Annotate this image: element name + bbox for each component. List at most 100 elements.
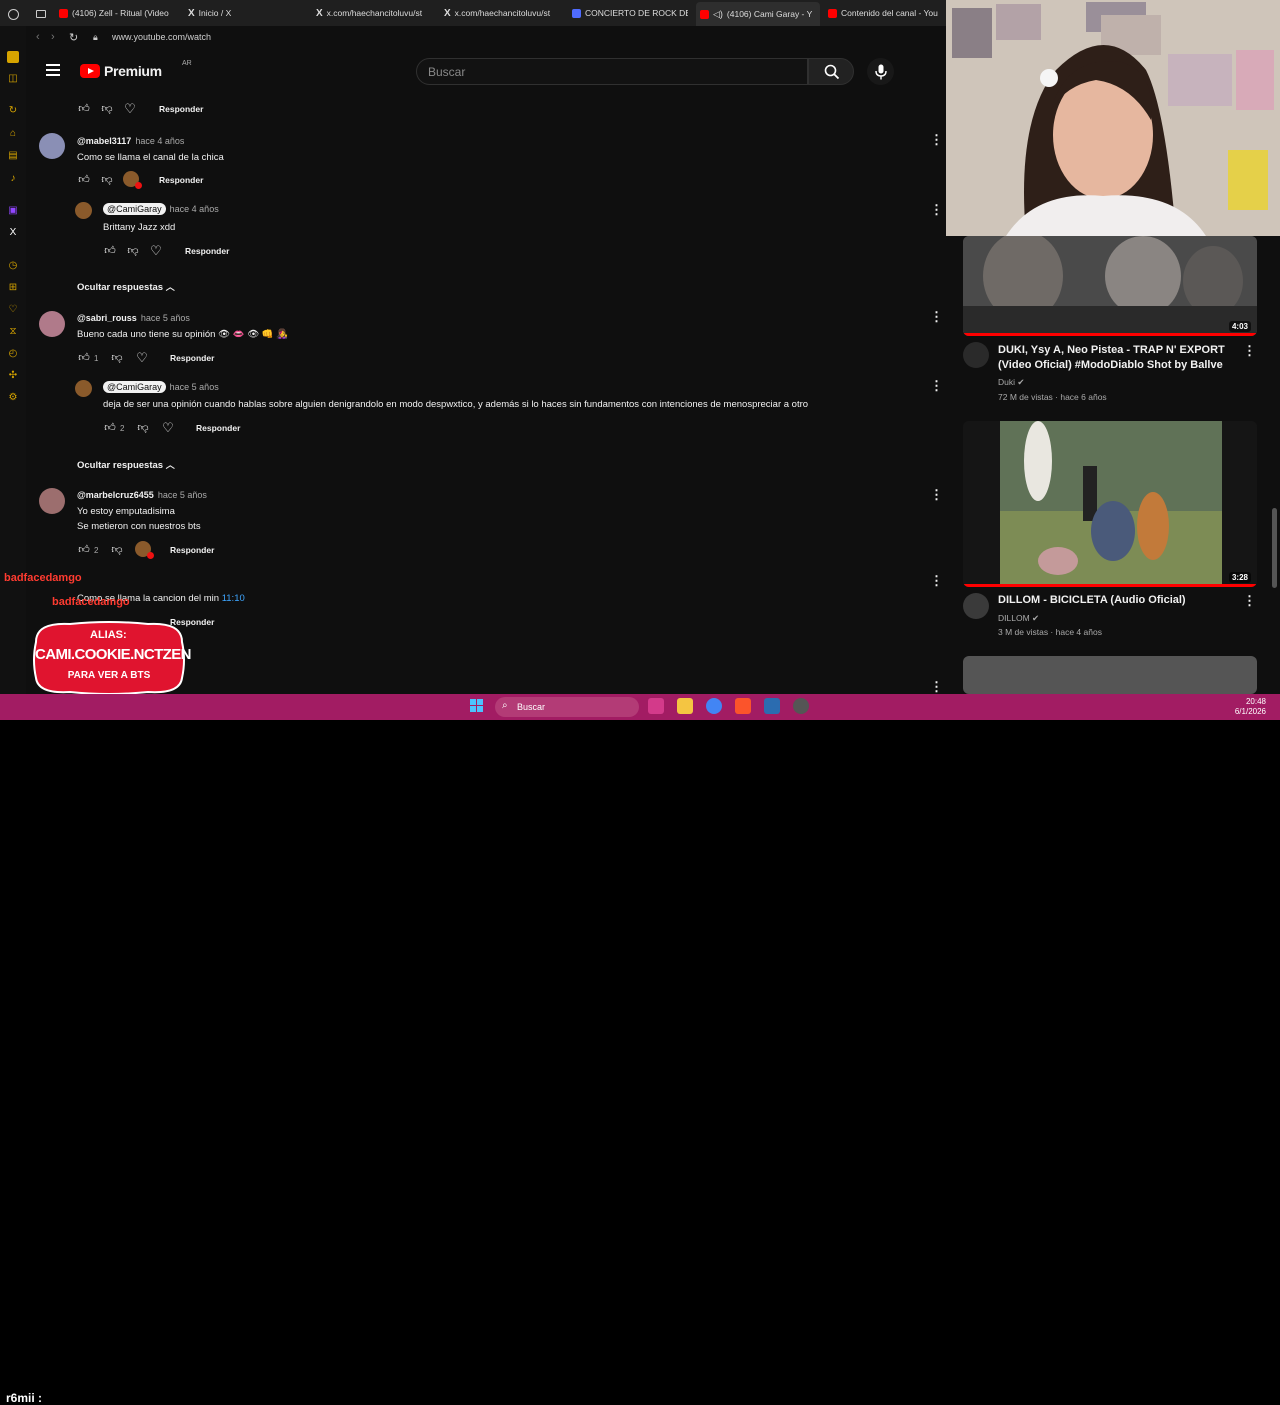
search-input[interactable]: Buscar xyxy=(416,58,808,85)
dislike-icon[interactable]: 👎︎ xyxy=(136,421,150,435)
reply-button[interactable]: Responder xyxy=(159,104,203,114)
comment-author[interactable]: @CamiGaray hace 4 años xyxy=(103,203,219,215)
twitch-icon[interactable]: ▣ xyxy=(7,205,19,217)
avatar[interactable] xyxy=(75,380,92,397)
menu-icon[interactable] xyxy=(46,64,60,76)
reply-button[interactable]: Responder xyxy=(170,545,214,555)
video-thumbnail[interactable]: 4:03 xyxy=(963,236,1257,336)
hide-replies-button[interactable]: Ocultar respuestas ︿ xyxy=(77,458,175,471)
settings-icon[interactable]: ⚙ xyxy=(7,392,19,404)
more-icon[interactable]: ⋮ xyxy=(930,680,943,694)
reply-button[interactable]: Responder xyxy=(196,423,240,433)
tab-6-active[interactable]: ◁) (4106) Cami Garay - Y xyxy=(696,2,820,26)
dislike-icon[interactable]: 👎︎ xyxy=(110,543,124,557)
home-icon[interactable] xyxy=(7,51,19,63)
search-button[interactable] xyxy=(808,58,854,85)
taskbar-search[interactable]: ⌕ Buscar xyxy=(495,697,639,717)
comment-time[interactable]: hace 4 años xyxy=(135,136,184,146)
tab-7[interactable]: Contenido del canal - You xyxy=(828,5,944,21)
comment-author[interactable]: @marbelcruz6455 hace 5 años xyxy=(77,490,207,500)
creator-badge[interactable]: @CamiGaray xyxy=(103,381,166,393)
reply-button[interactable]: Responder xyxy=(170,353,214,363)
obs-icon[interactable] xyxy=(793,698,809,714)
reply-button[interactable]: Responder xyxy=(159,175,203,185)
scrollbar[interactable] xyxy=(1272,508,1277,588)
channel-avatar[interactable] xyxy=(963,342,989,368)
voice-search-button[interactable] xyxy=(867,58,894,85)
comment-time[interactable]: hace 4 años xyxy=(170,204,219,214)
avatar[interactable] xyxy=(39,488,65,514)
ccleaner-icon[interactable] xyxy=(764,698,780,714)
heart-icon[interactable]: ♡ xyxy=(161,421,175,435)
channel-name[interactable]: Duki ✔︎ xyxy=(998,377,1025,388)
more-icon[interactable]: ⋮ xyxy=(1243,343,1256,359)
like-icon[interactable]: 👍︎ xyxy=(77,173,91,187)
tab-4[interactable]: Xx.com/haechancitoluvu/st xyxy=(444,5,560,21)
comment-author[interactable]: @sabri_rouss hace 5 años xyxy=(77,313,190,323)
chrome-icon[interactable] xyxy=(706,698,722,714)
author-name[interactable]: @sabri_rouss xyxy=(77,313,137,323)
like-icon[interactable]: 👍︎ xyxy=(77,543,91,557)
file-explorer-icon[interactable] xyxy=(677,698,693,714)
x-icon[interactable]: X xyxy=(7,227,19,239)
author-name[interactable]: @mabel3117 xyxy=(77,136,131,146)
more-icon[interactable]: ⋮ xyxy=(930,133,943,147)
more-icon[interactable]: ⋮ xyxy=(1243,593,1256,609)
more-icon[interactable]: ⋮ xyxy=(930,379,943,393)
comment-time[interactable]: hace 5 años xyxy=(170,382,219,392)
tab-1[interactable]: (4106) Zell - Ritual (Video xyxy=(59,5,175,21)
bag-icon[interactable]: ⌂ xyxy=(7,128,19,140)
more-icon[interactable]: ⋮ xyxy=(930,310,943,324)
comment-author[interactable]: @mabel3117 hace 4 años xyxy=(77,136,184,146)
like-icon[interactable]: 👍︎ xyxy=(77,351,91,365)
tab-3[interactable]: Xx.com/haechancitoluvu/st xyxy=(316,5,432,21)
timestamp-link[interactable]: 11:10 xyxy=(222,593,245,604)
dislike-icon[interactable]: 👎︎ xyxy=(126,244,140,258)
heart-icon[interactable]: ♡ xyxy=(7,304,19,316)
system-clock[interactable]: 20:48 6/1/2026 xyxy=(1235,697,1266,717)
music-icon[interactable]: ♪ xyxy=(7,173,19,185)
brave-icon[interactable] xyxy=(735,698,751,714)
dislike-icon[interactable]: 👎︎ xyxy=(100,102,114,116)
heart-icon[interactable]: ♡ xyxy=(123,102,137,116)
comment-time[interactable]: hace 5 años xyxy=(141,313,190,323)
like-icon[interactable]: 👍︎ xyxy=(103,244,117,258)
extensions-icon[interactable]: ✣ xyxy=(7,370,19,382)
heart-icon[interactable]: ♡ xyxy=(135,351,149,365)
url-field[interactable]: www.youtube.com/watch xyxy=(112,32,211,42)
windows-start-icon[interactable] xyxy=(470,699,484,713)
more-icon[interactable]: ⋮ xyxy=(930,203,943,217)
dislike-icon[interactable]: 👎︎ xyxy=(110,351,124,365)
comment-author[interactable]: @CamiGaray hace 5 años xyxy=(103,381,219,393)
avatar[interactable] xyxy=(39,311,65,337)
video-title[interactable]: DILLOM - BICICLETA (Audio Oficial) xyxy=(998,593,1246,608)
news-icon[interactable]: ▤ xyxy=(7,150,19,162)
channel-avatar[interactable] xyxy=(963,593,989,619)
youtube-premium-logo[interactable]: Premium AR xyxy=(80,60,192,79)
video-title[interactable]: DUKI, Ysy A, Neo Pistea - TRAP N' EXPORT… xyxy=(998,343,1246,373)
video-thumbnail[interactable] xyxy=(963,656,1257,694)
tab-2[interactable]: X Inicio / X xyxy=(188,5,298,21)
forward-icon[interactable]: › xyxy=(51,31,55,43)
comment-time[interactable]: hace 5 años xyxy=(158,490,207,500)
dislike-icon[interactable]: 👎︎ xyxy=(100,173,114,187)
hourglass-icon[interactable]: ⧖ xyxy=(7,326,19,338)
author-name[interactable]: @marbelcruz6455 xyxy=(77,490,154,500)
video-thumbnail[interactable]: 3:28 xyxy=(963,421,1257,587)
clock-icon[interactable]: ◷ xyxy=(7,260,19,272)
more-icon[interactable]: ⋮ xyxy=(930,488,943,502)
history-icon[interactable]: ◴ xyxy=(7,348,19,360)
back-icon[interactable]: ‹ xyxy=(36,31,40,43)
like-icon[interactable]: 👍︎ xyxy=(77,102,91,116)
heart-icon[interactable]: ♡ xyxy=(149,244,163,258)
tab-search-icon[interactable] xyxy=(36,6,46,22)
more-icon[interactable]: ⋮ xyxy=(930,574,943,588)
apps-icon[interactable]: ⊞ xyxy=(7,282,19,294)
reply-button[interactable]: Responder xyxy=(185,246,229,256)
gamepad-icon[interactable]: ◫ xyxy=(7,73,19,85)
like-icon[interactable]: 👍︎ xyxy=(103,421,117,435)
avatar[interactable] xyxy=(75,202,92,219)
hide-replies-button[interactable]: Ocultar respuestas ︿ xyxy=(77,280,175,293)
channel-name[interactable]: DILLOM ✔︎ xyxy=(998,613,1039,624)
tab-5[interactable]: CONCIERTO DE ROCK DE xyxy=(572,5,688,21)
